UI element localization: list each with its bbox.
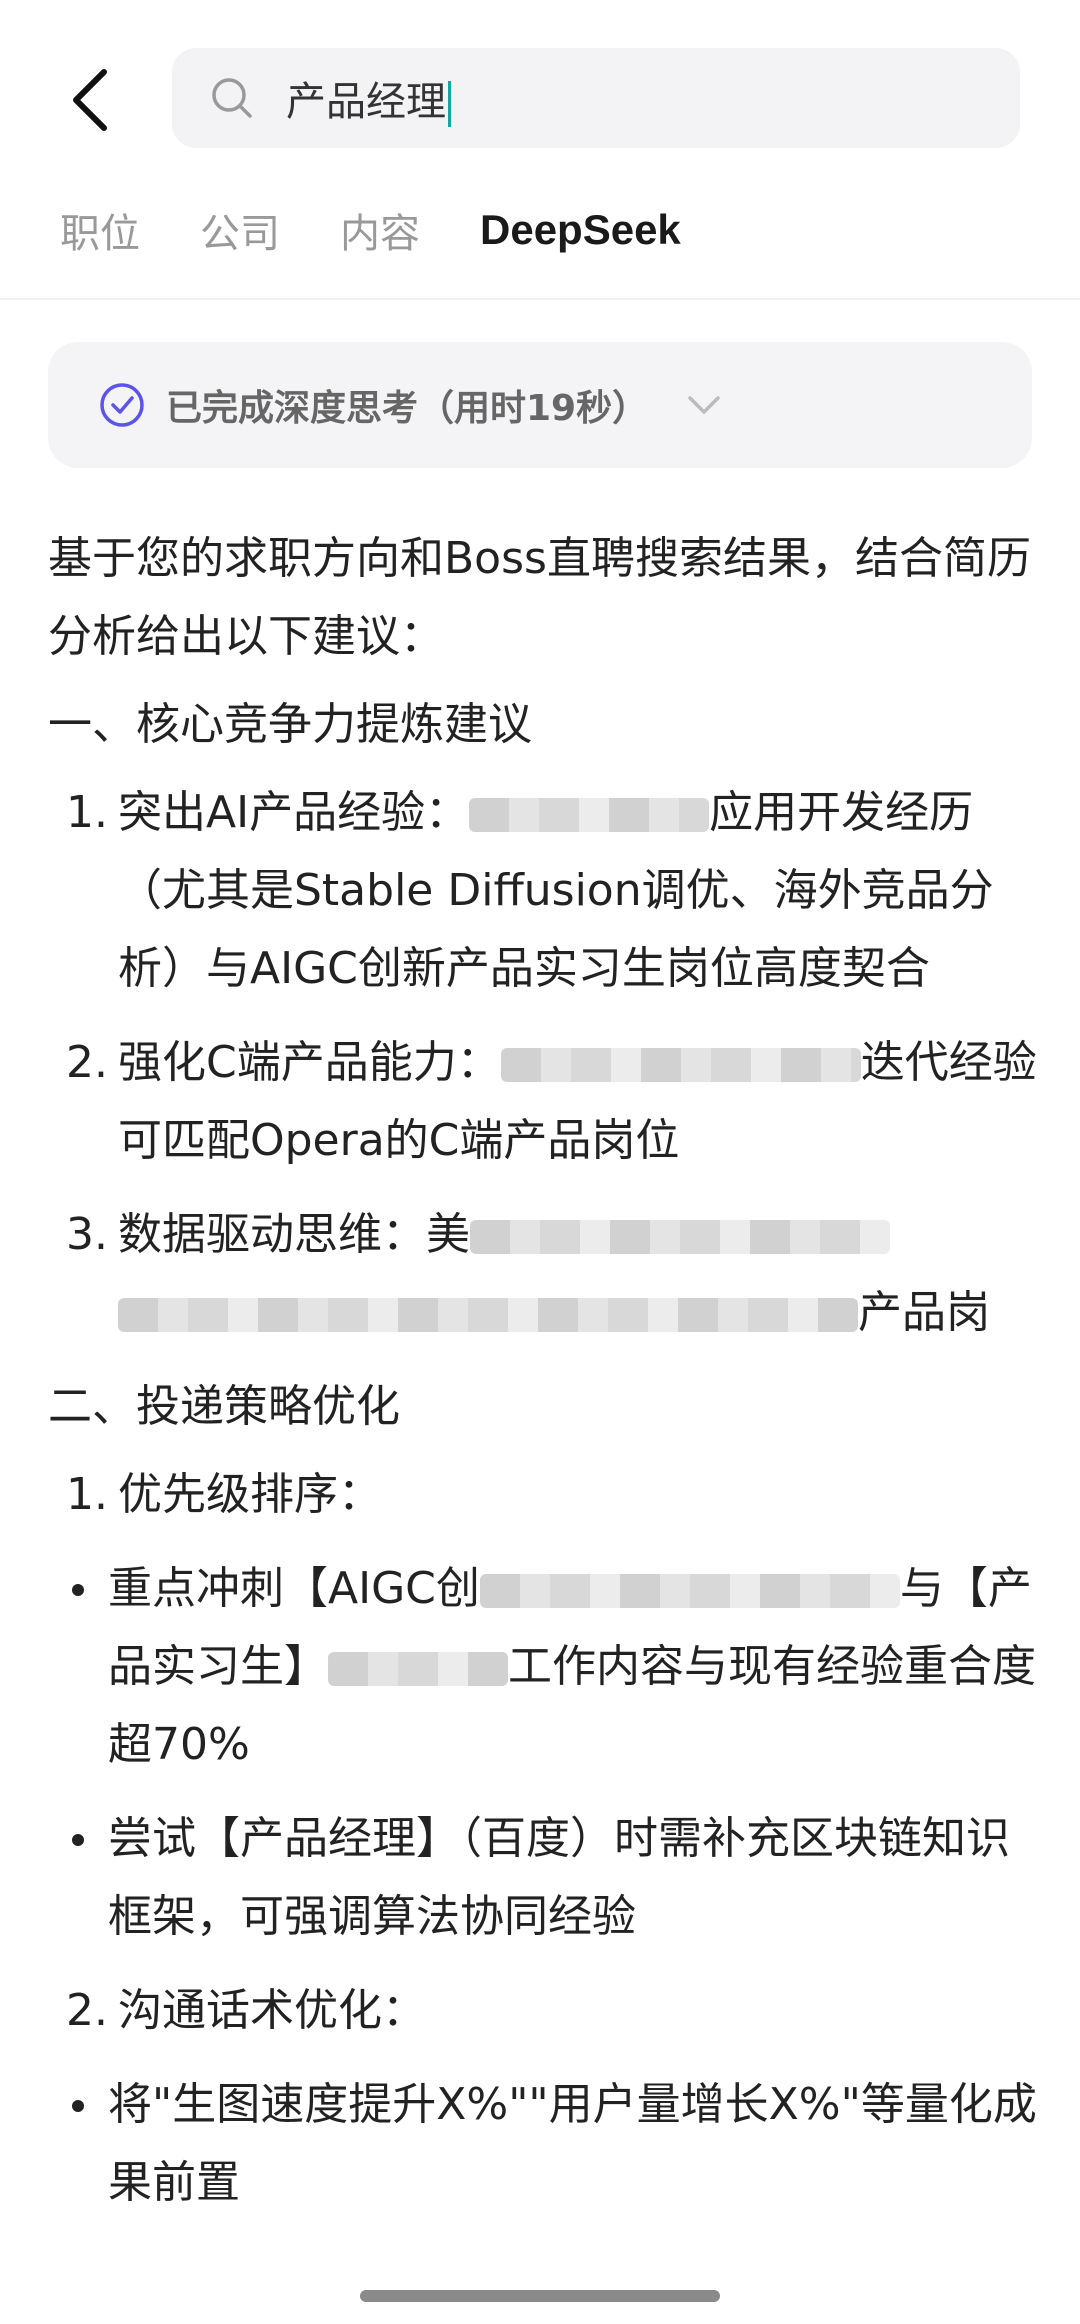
bullet-text: 重点冲刺【AIGC创 与【产品实习生】 工作内容与现有经验重合度超70% bbox=[108, 1550, 1038, 1784]
list-item-lead: 突出AI产品经验： bbox=[118, 787, 470, 838]
redacted-text bbox=[470, 1220, 890, 1254]
section-title: 一、核心竞争力提炼建议 bbox=[48, 699, 532, 750]
list-item-text: 突出AI产品经验： 应用开发经历（尤其是Stable Diffusion调优、海外… bbox=[118, 774, 1038, 1008]
bullet-item: 尝试【产品经理】（百度）时需补充区块链知识框架，可强调算法协同经验 bbox=[48, 1800, 1038, 1956]
list-item-body: 产品岗 bbox=[858, 1287, 990, 1338]
list-item: 1. 突出AI产品经验： 应用开发经历（尤其是Stable Diffusion调优… bbox=[48, 774, 1038, 1008]
list-item: 1. 优先级排序： bbox=[48, 1456, 1038, 1534]
bullet-item: 重点冲刺【AIGC创 与【产品实习生】 工作内容与现有经验重合度超70% bbox=[48, 1550, 1038, 1784]
answer-content: 基于您的求职方向和Boss直聘搜索结果，结合简历分析给出以下建议： 一、核心竞争… bbox=[48, 520, 1038, 2238]
list-item: 2. 沟通话术优化： bbox=[48, 1972, 1038, 2050]
redacted-text bbox=[500, 1048, 861, 1082]
tab-content[interactable]: 内容 bbox=[340, 201, 420, 259]
bullet-dot bbox=[48, 1800, 108, 1956]
thinking-status-toggle[interactable]: 已完成深度思考（用时19秒） bbox=[48, 342, 1032, 468]
redacted-text bbox=[469, 798, 710, 832]
list-number: 1. bbox=[66, 787, 108, 838]
bullet-text: 尝试【产品经理】（百度）时需补充区块链知识框架，可强调算法协同经验 bbox=[108, 1813, 1010, 1942]
list-item-text: 沟通话术优化： bbox=[118, 1985, 426, 2036]
list-item: 2. 强化C端产品能力： 迭代经验可匹配Opera的C端产品岗位 bbox=[48, 1024, 1038, 1180]
check-circle-icon bbox=[100, 383, 144, 427]
bullet-lead: 重点冲刺【AIGC创 bbox=[108, 1563, 480, 1614]
back-button[interactable] bbox=[50, 60, 130, 140]
search-query: 产品经理 bbox=[286, 69, 451, 127]
list-number: 2. bbox=[66, 1985, 108, 2036]
intro-text: 基于您的求职方向和Boss直聘搜索结果，结合简历分析给出以下建议： bbox=[48, 533, 1031, 662]
list-number: 3. bbox=[66, 1209, 108, 1260]
search-icon bbox=[208, 74, 256, 122]
list-item: 3. 数据驱动思维：美产品岗 bbox=[48, 1196, 1038, 1352]
list-number: 2. bbox=[66, 1037, 108, 1088]
bullet-dot bbox=[48, 1550, 108, 1784]
list-number: 1. bbox=[66, 1469, 108, 1520]
text-caret bbox=[448, 81, 451, 127]
tab-jobs[interactable]: 职位 bbox=[60, 201, 140, 259]
section-title: 二、投递策略优化 bbox=[48, 1381, 400, 1432]
bullet-text: 将"生图速度提升X%""用户量增长X%"等量化成果前置 bbox=[108, 2079, 1037, 2208]
search-input[interactable]: 产品经理 bbox=[172, 48, 1020, 148]
bullet-item: 将"生图速度提升X%""用户量增长X%"等量化成果前置 bbox=[48, 2066, 1038, 2222]
tab-companies[interactable]: 公司 bbox=[200, 201, 280, 259]
list-item-text: 数据驱动思维：美产品岗 bbox=[118, 1196, 1038, 1352]
bullet-dot bbox=[48, 2066, 108, 2222]
thinking-label: 已完成深度思考（用时19秒） bbox=[166, 388, 649, 429]
tab-deepseek[interactable]: DeepSeek bbox=[480, 206, 681, 254]
list-item-text: 优先级排序： bbox=[118, 1469, 382, 1520]
chevron-left-icon bbox=[73, 69, 107, 131]
deepseek-search-page: 产品经理 职位 公司 内容 DeepSeek 已完成深度思考（用时19秒） 基于… bbox=[0, 0, 1080, 2324]
list-item-lead: 强化C端产品能力： bbox=[118, 1037, 501, 1088]
redacted-text bbox=[328, 1652, 508, 1686]
chevron-down-icon bbox=[688, 396, 720, 414]
result-tabs: 职位 公司 内容 DeepSeek bbox=[60, 200, 681, 260]
redacted-text bbox=[479, 1574, 900, 1608]
redacted-text bbox=[118, 1298, 858, 1332]
list-item-lead: 数据驱动思维：美 bbox=[118, 1209, 470, 1260]
home-indicator[interactable] bbox=[360, 2290, 720, 2302]
tabs-divider bbox=[0, 298, 1080, 300]
list-item-text: 强化C端产品能力： 迭代经验可匹配Opera的C端产品岗位 bbox=[118, 1024, 1038, 1180]
